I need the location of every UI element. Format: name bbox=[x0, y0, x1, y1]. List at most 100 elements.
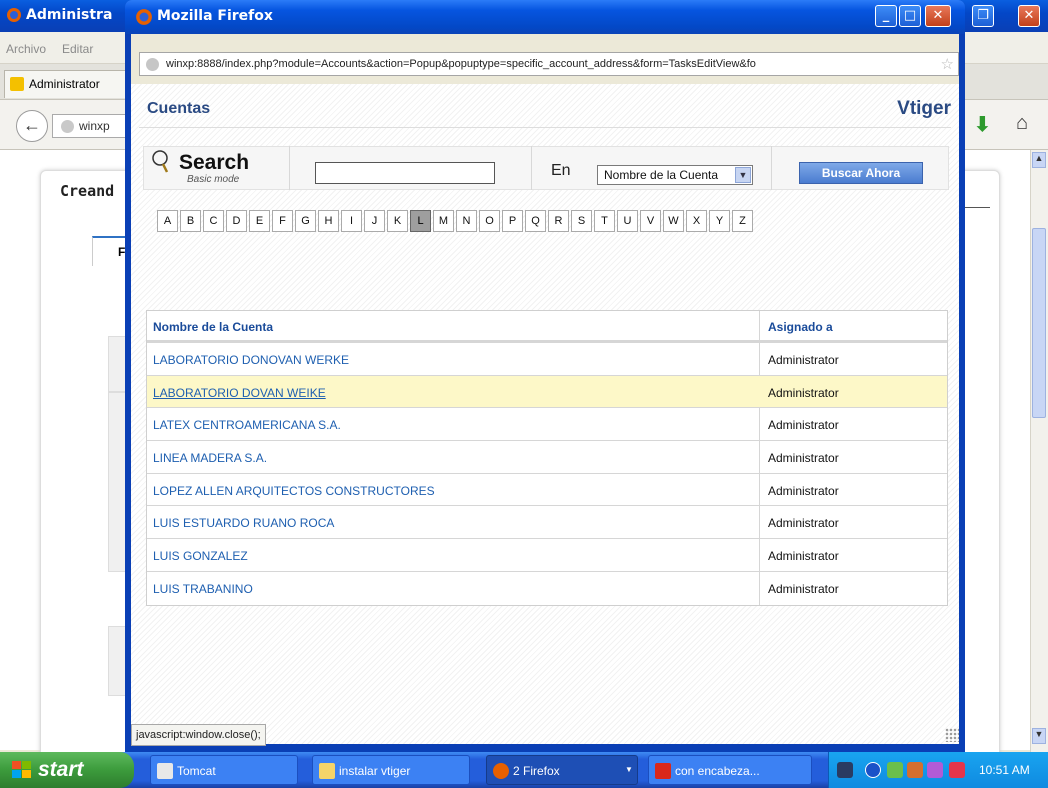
popup-title-bar[interactable]: Mozilla Firefox _ □ ✕ bbox=[125, 0, 965, 34]
letter-filter-v[interactable]: V bbox=[640, 210, 661, 232]
start-button[interactable]: start bbox=[0, 752, 134, 788]
letter-filter-i[interactable]: I bbox=[341, 210, 362, 232]
vmware-icon[interactable] bbox=[907, 762, 923, 778]
download-arrow-icon[interactable]: ⬇ bbox=[974, 112, 991, 137]
letter-filter-b[interactable]: B bbox=[180, 210, 201, 232]
letter-filter-f[interactable]: F bbox=[272, 210, 293, 232]
close-button[interactable]: ✕ bbox=[1018, 5, 1040, 27]
letter-filter-h[interactable]: H bbox=[318, 210, 339, 232]
task-firefox-group[interactable]: 2 Firefox ▼ bbox=[486, 755, 638, 785]
globe-icon bbox=[146, 58, 159, 71]
help-icon[interactable] bbox=[837, 762, 853, 778]
restore-button[interactable]: ❐ bbox=[972, 5, 994, 27]
table-row[interactable]: LUIS TRABANINO Administrator bbox=[147, 572, 947, 605]
assigned-to-cell: Administrator bbox=[768, 581, 839, 596]
column-header-assigned[interactable]: Asignado a bbox=[768, 320, 833, 334]
search-now-button[interactable]: Buscar Ahora bbox=[799, 162, 923, 184]
assigned-to-cell: Administrator bbox=[768, 483, 839, 498]
letter-filter-s[interactable]: S bbox=[571, 210, 592, 232]
letter-filter-w[interactable]: W bbox=[663, 210, 684, 232]
background-tab[interactable]: Administrator bbox=[4, 70, 134, 98]
tray-app-icon[interactable] bbox=[927, 762, 943, 778]
table-row[interactable]: LUIS ESTUARDO RUANO ROCA Administrator bbox=[147, 506, 947, 540]
table-row[interactable]: LABORATORIO DONOVAN WERKE Administrator bbox=[147, 343, 947, 376]
letter-filter-l[interactable]: L bbox=[410, 210, 431, 232]
assigned-to-cell: Administrator bbox=[768, 418, 839, 433]
letter-filter-x[interactable]: X bbox=[686, 210, 707, 232]
letter-filter-o[interactable]: O bbox=[479, 210, 500, 232]
close-button[interactable]: ✕ bbox=[925, 5, 951, 27]
bookmark-star-icon[interactable]: ☆ bbox=[941, 55, 954, 73]
task-pdf[interactable]: con encabeza... bbox=[648, 755, 812, 785]
tray-app-icon[interactable] bbox=[949, 762, 965, 778]
search-mode-label: Basic mode bbox=[187, 174, 240, 185]
task-folder[interactable]: instalar vtiger bbox=[312, 755, 470, 785]
search-field-select[interactable]: Nombre de la Cuenta ▼ bbox=[597, 165, 753, 185]
task-label: con encabeza... bbox=[675, 764, 760, 778]
background-window-title: Administra bbox=[26, 7, 113, 23]
clock: 10:51 AM bbox=[979, 763, 1030, 777]
table-row[interactable]: LATEX CENTROAMERICANA S.A. Administrator bbox=[147, 408, 947, 442]
maximize-button[interactable]: □ bbox=[899, 5, 921, 27]
table-row[interactable]: LUIS GONZALEZ Administrator bbox=[147, 539, 947, 572]
letter-filter-e[interactable]: E bbox=[249, 210, 270, 232]
letter-filter-u[interactable]: U bbox=[617, 210, 638, 232]
divider bbox=[771, 146, 772, 190]
letter-filter-a[interactable]: A bbox=[157, 210, 178, 232]
pdf-icon bbox=[655, 763, 671, 779]
account-name-link[interactable]: LABORATORIO DOVAN WEIKE bbox=[153, 386, 326, 400]
account-name-link[interactable]: LABORATORIO DONOVAN WERKE bbox=[153, 353, 349, 367]
chevron-down-icon[interactable]: ▼ bbox=[735, 167, 751, 183]
letter-filter-q[interactable]: Q bbox=[525, 210, 546, 232]
module-title: Cuentas bbox=[147, 100, 211, 117]
letter-filter-m[interactable]: M bbox=[433, 210, 454, 232]
divider bbox=[531, 146, 532, 190]
letter-filter-p[interactable]: P bbox=[502, 210, 523, 232]
assigned-to-cell: Administrator bbox=[768, 516, 839, 531]
letter-filter-r[interactable]: R bbox=[548, 210, 569, 232]
account-name-link[interactable]: LATEX CENTROAMERICANA S.A. bbox=[153, 418, 341, 432]
minimize-button[interactable]: _ bbox=[875, 5, 897, 27]
account-name-link[interactable]: LOPEZ ALLEN ARQUITECTOS CONSTRUCTORES bbox=[153, 484, 435, 498]
status-bar: javascript:window.close(); bbox=[131, 724, 959, 746]
table-row[interactable]: LOPEZ ALLEN ARQUITECTOS CONSTRUCTORES Adm… bbox=[147, 474, 947, 507]
letter-filter-c[interactable]: C bbox=[203, 210, 224, 232]
search-input[interactable] bbox=[315, 162, 495, 184]
folder-icon bbox=[319, 763, 335, 779]
scrollbar-thumb[interactable] bbox=[1032, 228, 1046, 418]
table-row[interactable]: LABORATORIO DOVAN WEIKE Administrator bbox=[147, 375, 947, 409]
popup-url-field[interactable]: winxp:8888/index.php?module=Accounts&act… bbox=[139, 52, 959, 76]
background-url-text: winxp bbox=[79, 119, 110, 133]
menu-archivo[interactable]: Archivo bbox=[6, 42, 46, 56]
home-icon[interactable]: ⌂ bbox=[1016, 112, 1028, 135]
account-name-link[interactable]: LUIS ESTUARDO RUANO ROCA bbox=[153, 516, 334, 530]
tomcat-icon bbox=[157, 763, 173, 779]
letter-filter-t[interactable]: T bbox=[594, 210, 615, 232]
account-name-link[interactable]: LUIS GONZALEZ bbox=[153, 549, 248, 563]
search-in-label: En bbox=[551, 162, 571, 179]
resize-grip-icon[interactable] bbox=[945, 728, 959, 742]
task-tomcat[interactable]: Tomcat bbox=[150, 755, 298, 785]
account-name-link[interactable]: LINEA MADERA S.A. bbox=[153, 451, 267, 465]
account-name-link[interactable]: LUIS TRABANINO bbox=[153, 582, 253, 596]
arrow-left-icon[interactable] bbox=[865, 762, 881, 778]
table-row[interactable]: LINEA MADERA S.A. Administrator bbox=[147, 441, 947, 474]
letter-filter-n[interactable]: N bbox=[456, 210, 477, 232]
network-icon[interactable] bbox=[887, 762, 903, 778]
assigned-to-cell: Administrator bbox=[768, 353, 839, 367]
letter-filter-d[interactable]: D bbox=[226, 210, 247, 232]
divider bbox=[289, 146, 290, 190]
letter-filter-g[interactable]: G bbox=[295, 210, 316, 232]
menu-editar[interactable]: Editar bbox=[62, 42, 93, 56]
scroll-down-icon[interactable]: ▼ bbox=[1032, 728, 1046, 744]
letter-filter-k[interactable]: K bbox=[387, 210, 408, 232]
letter-filter-y[interactable]: Y bbox=[709, 210, 730, 232]
back-arrow-icon[interactable]: ← bbox=[16, 110, 48, 142]
module-header: Cuentas Vtiger bbox=[139, 84, 951, 128]
letter-filter-j[interactable]: J bbox=[364, 210, 385, 232]
popup-url-text: winxp:8888/index.php?module=Accounts&act… bbox=[166, 58, 756, 70]
firefox-icon bbox=[7, 8, 21, 22]
letter-filter-z[interactable]: Z bbox=[732, 210, 753, 232]
scroll-up-icon[interactable]: ▲ bbox=[1032, 152, 1046, 168]
column-header-name[interactable]: Nombre de la Cuenta bbox=[153, 320, 273, 334]
